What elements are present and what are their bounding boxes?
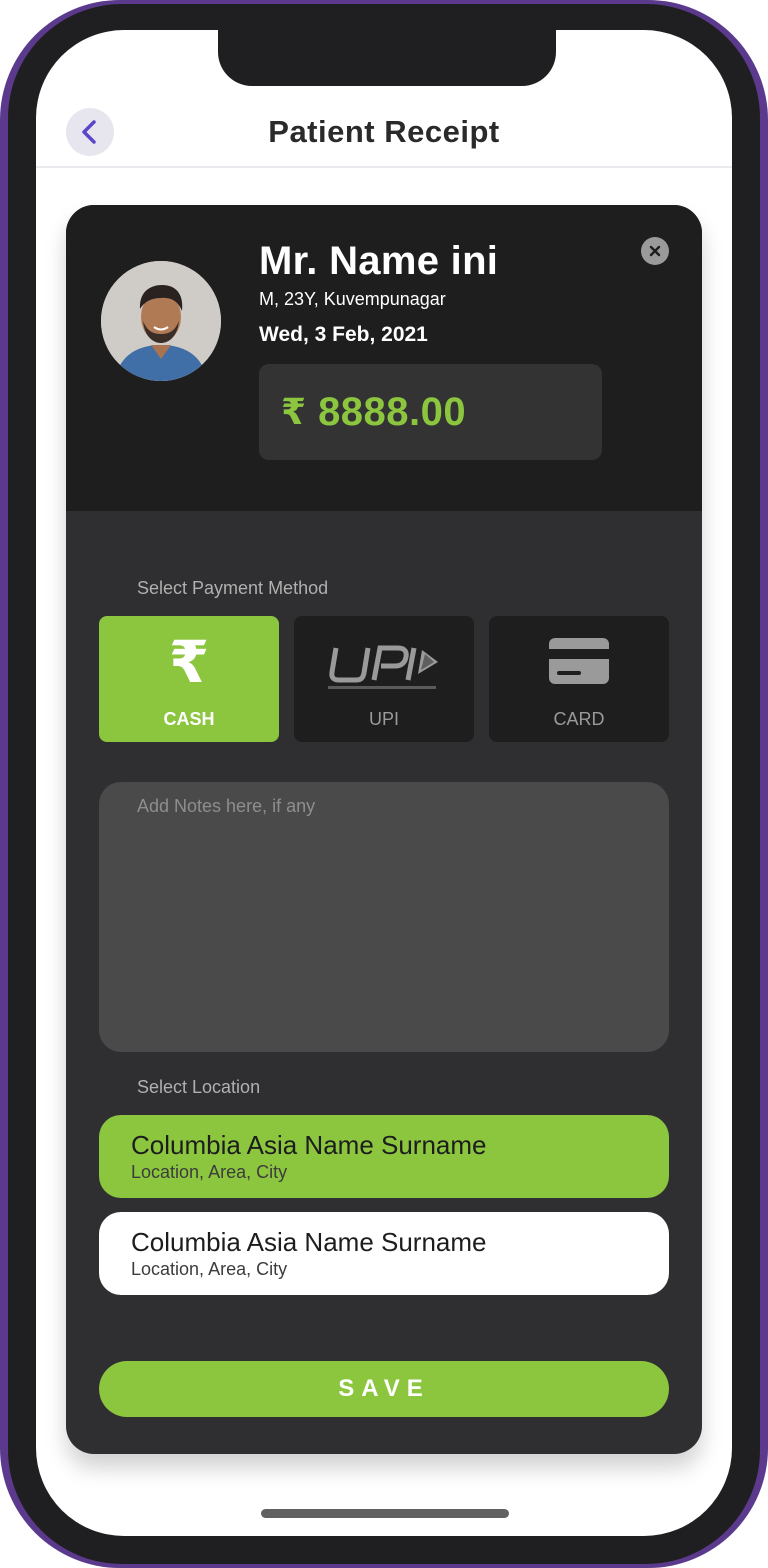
- patient-avatar: [101, 261, 221, 381]
- receipt-card: Mr. Name ini M, 23Y, Kuvempunagar Wed, 3…: [66, 205, 702, 1454]
- payment-option-upi[interactable]: UPI: [294, 616, 474, 742]
- patient-info: M, 23Y, Kuvempunagar: [259, 289, 446, 309]
- location-name: Columbia Asia Name Surname: [131, 1130, 487, 1160]
- payment-option-label: CASH: [163, 709, 215, 729]
- upi-logo-icon: [328, 645, 438, 689]
- amount-display: ₹ 8888.00: [259, 364, 602, 460]
- location-address: Location, Area, City: [131, 1259, 288, 1279]
- location-option[interactable]: Columbia Asia Name Surname Location, Are…: [99, 1115, 669, 1198]
- payment-section-label: Select Payment Method: [137, 578, 329, 598]
- back-button[interactable]: [66, 108, 114, 156]
- patient-name: Mr. Name ini: [259, 239, 499, 283]
- location-name: Columbia Asia Name Surname: [131, 1227, 487, 1257]
- home-indicator: [261, 1509, 509, 1518]
- payment-option-label: UPI: [368, 709, 399, 729]
- save-button[interactable]: SAVE: [99, 1361, 669, 1417]
- payment-option-card[interactable]: CARD: [489, 616, 669, 742]
- visit-date: Wed, 3 Feb, 2021: [259, 323, 428, 346]
- payment-option-cash[interactable]: ₹ CASH: [99, 616, 279, 742]
- credit-card-icon: [549, 638, 609, 684]
- rupee-symbol: ₹: [281, 391, 307, 433]
- chevron-left-icon: [82, 120, 96, 144]
- close-icon: [649, 245, 661, 257]
- location-section-label: Select Location: [137, 1077, 261, 1097]
- page-title: Patient Receipt: [268, 114, 500, 149]
- header-divider: [36, 166, 732, 168]
- location-option[interactable]: Columbia Asia Name Surname Location, Are…: [99, 1212, 669, 1295]
- amount-value: 8888.00: [318, 389, 467, 434]
- rupee-icon: ₹: [168, 628, 210, 696]
- location-address: Location, Area, City: [131, 1162, 288, 1182]
- phone-notch: [218, 30, 556, 86]
- close-button[interactable]: [641, 237, 669, 265]
- payment-option-label: CARD: [553, 709, 605, 729]
- notes-input[interactable]: [99, 782, 669, 1052]
